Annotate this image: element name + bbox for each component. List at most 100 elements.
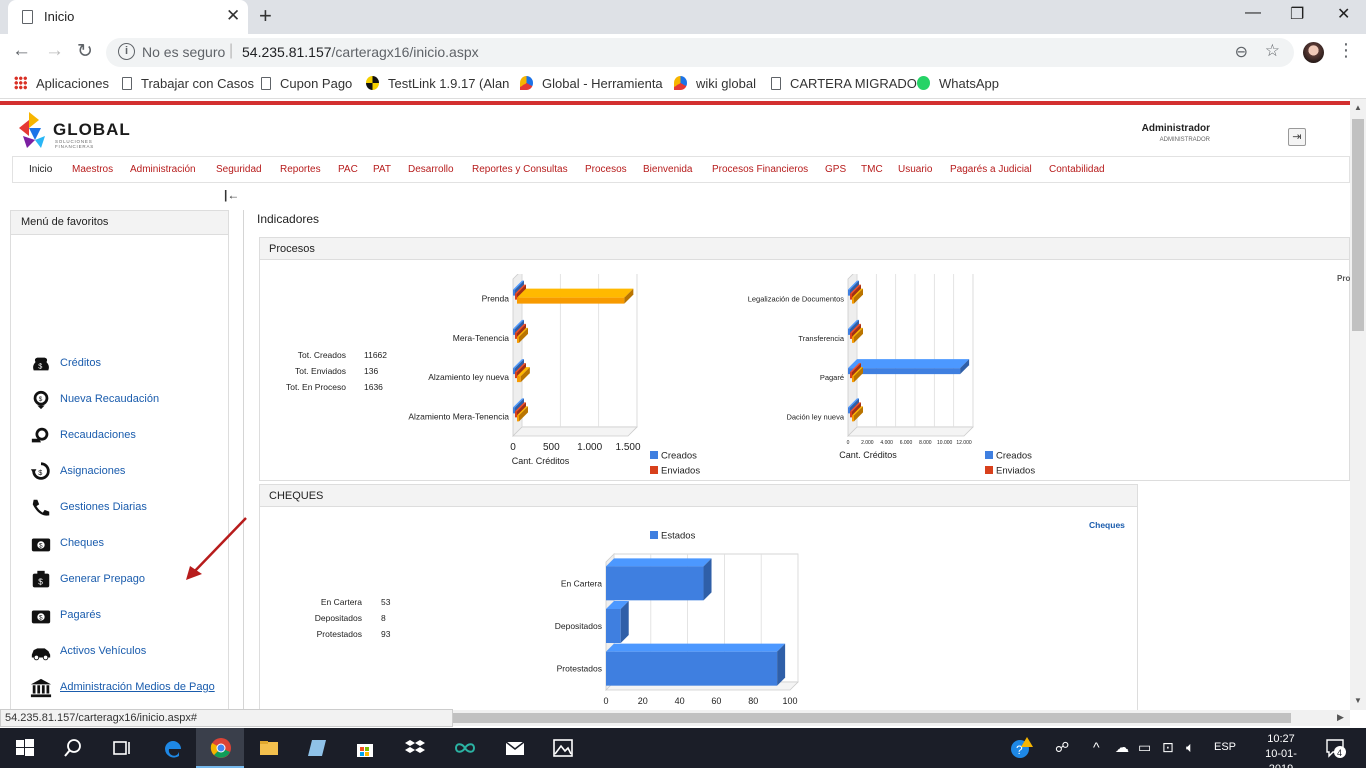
main-menu: Inicio Maestros Administración Seguridad Rep… xyxy=(12,156,1350,183)
menu-item-maestros[interactable]: Maestros xyxy=(72,164,113,175)
back-icon[interactable]: ← xyxy=(12,40,31,62)
cheques-link[interactable]: Cheques xyxy=(1089,520,1125,530)
menu-item-inicio[interactable]: Inicio xyxy=(29,164,52,175)
reload-icon[interactable]: ↻ xyxy=(77,40,93,63)
onedrive-icon[interactable]: ☁ xyxy=(1115,739,1129,756)
menu-item-administración[interactable]: Administración xyxy=(130,164,196,175)
bookmark-label: Trabajar con Casos xyxy=(141,76,254,91)
bookmark-cupon-pago[interactable]: Cupon Pago xyxy=(261,76,352,91)
app-taskbar-button[interactable] xyxy=(292,728,340,768)
favorite-activos-vehículos[interactable]: Activos Vehículos xyxy=(29,639,229,665)
scroll-up-icon[interactable]: ▲ xyxy=(1354,103,1362,112)
menu-item-tmc[interactable]: TMC xyxy=(861,164,883,175)
chart-floor xyxy=(512,426,638,437)
horizontal-scrollbar[interactable]: ▶ xyxy=(451,710,1350,726)
clock[interactable]: 10:27 10-01-2019 xyxy=(1255,732,1307,777)
help-warning-icon[interactable]: ? xyxy=(1010,736,1034,763)
url-text[interactable]: 54.235.81.157/carteragx16/inicio.aspx xyxy=(242,44,479,60)
menu-item-reportes[interactable]: Reportes xyxy=(280,164,321,175)
search-button[interactable] xyxy=(48,728,96,768)
favorite-recaudaciones[interactable]: Recaudaciones xyxy=(29,423,229,449)
favorite-asignaciones[interactable]: $ Asignaciones xyxy=(29,459,229,485)
menu-item-procesos[interactable]: Procesos xyxy=(585,164,627,175)
network-icon[interactable]: ⊡ xyxy=(1162,739,1174,756)
arduino-taskbar-button[interactable] xyxy=(440,728,488,768)
dropbox-taskbar-button[interactable] xyxy=(390,728,438,768)
chart-x-axis-label: Cant. Créditos xyxy=(512,456,570,466)
bookmark-star-icon[interactable]: ☆ xyxy=(1265,41,1280,61)
task-view-button[interactable] xyxy=(96,728,144,768)
bookmark-cartera-migrado[interactable]: CARTERA MIGRADO xyxy=(771,76,917,91)
file-explorer-button[interactable] xyxy=(244,728,292,768)
new-tab-button[interactable]: + xyxy=(259,3,272,29)
menu-item-reportes-y-consultas[interactable]: Reportes y Consultas xyxy=(472,164,568,175)
apps-grid-icon xyxy=(14,76,27,90)
bookmark-wiki-global[interactable]: wiki global xyxy=(674,76,756,91)
favorite-label: Nueva Recaudación xyxy=(60,393,160,405)
menu-item-seguridad[interactable]: Seguridad xyxy=(216,164,262,175)
edge-taskbar-button[interactable] xyxy=(148,728,196,768)
profile-avatar[interactable] xyxy=(1303,42,1324,63)
minimize-icon[interactable]: — xyxy=(1245,4,1261,22)
close-window-icon[interactable]: ✕ xyxy=(1337,4,1350,24)
forward-icon[interactable]: → xyxy=(45,40,64,62)
bookmark-trabajar-casos[interactable]: Trabajar con Casos xyxy=(122,76,254,91)
menu-item-pat[interactable]: PAT xyxy=(373,164,391,175)
volume-icon[interactable]: 🔈︎ xyxy=(1186,739,1194,756)
legend-swatch xyxy=(985,451,993,459)
menu-item-usuario[interactable]: Usuario xyxy=(898,164,932,175)
vertical-scroll-thumb[interactable] xyxy=(1352,119,1364,331)
browser-menu-icon[interactable]: ⋮ xyxy=(1337,40,1355,61)
browser-tab[interactable]: Inicio ✕ xyxy=(8,0,248,34)
procesos-stat-value: 1636 xyxy=(364,382,383,392)
language-indicator[interactable]: ESP xyxy=(1214,741,1236,753)
menu-item-pac[interactable]: PAC xyxy=(338,164,358,175)
menu-item-bienvenida[interactable]: Bienvenida xyxy=(643,164,692,175)
chart-bar xyxy=(513,328,515,335)
logout-icon[interactable]: ⇥ xyxy=(1288,128,1306,146)
user-role: ADMINISTRADOR xyxy=(1159,137,1210,143)
store-taskbar-button[interactable] xyxy=(340,728,388,768)
info-icon[interactable]: i xyxy=(118,43,135,60)
photos-taskbar-button[interactable] xyxy=(538,728,586,768)
bookmark-testlink[interactable]: TestLink 1.9.17 (Alan xyxy=(366,76,509,91)
menu-item-pagarés-a-judicial[interactable]: Pagarés a Judicial xyxy=(950,164,1032,175)
bookmark-global-herramienta[interactable]: Global - Herramienta xyxy=(520,76,663,91)
menu-item-desarrollo[interactable]: Desarrollo xyxy=(408,164,454,175)
menu-item-contabilidad[interactable]: Contabilidad xyxy=(1049,164,1105,175)
bookmark-aplicaciones[interactable]: Aplicaciones xyxy=(14,76,109,91)
chart-tick-label: 0 xyxy=(603,696,608,706)
procesos-stat-label: Tot. En Proceso xyxy=(285,382,346,392)
chrome-taskbar-button[interactable] xyxy=(196,728,244,768)
mail-taskbar-button[interactable] xyxy=(490,728,538,768)
action-center-icon[interactable]: 4 xyxy=(1325,737,1347,762)
chart-bar xyxy=(850,372,852,379)
zoom-icon[interactable]: ⊖ xyxy=(1235,42,1248,62)
scroll-down-icon[interactable]: ▼ xyxy=(1354,696,1362,705)
cheques-panel-title: CHEQUES xyxy=(260,485,1137,507)
horizontal-scroll-thumb[interactable] xyxy=(453,713,1291,723)
scroll-right-icon[interactable]: ▶ xyxy=(1337,712,1344,723)
svg-text:$: $ xyxy=(39,396,43,403)
menu-item-procesos-financieros[interactable]: Procesos Financieros xyxy=(712,164,808,175)
global-logo[interactable]: GLOBAL SOLUCIONES FINANCIERAS xyxy=(15,108,133,154)
favorite-administración-medios-de-pago[interactable]: Administración Medios de Pago xyxy=(29,675,229,701)
close-tab-icon[interactable]: ✕ xyxy=(226,6,240,26)
notes-icon xyxy=(308,740,326,756)
chart-bar xyxy=(852,415,854,422)
vertical-scrollbar[interactable]: ▲ ▼ xyxy=(1350,99,1366,710)
phone-icon xyxy=(32,499,50,516)
people-icon[interactable]: ☍ xyxy=(1055,739,1069,756)
restore-icon[interactable]: ❐ xyxy=(1290,4,1304,24)
favorites-panel: Menú de favoritos $ Créditos $ Nueva Recaud… xyxy=(10,210,229,719)
omnibox[interactable]: i No es seguro | 54.235.81.157/carteragx… xyxy=(106,38,1294,67)
show-hidden-icons[interactable]: ^ xyxy=(1093,739,1100,755)
chart-tick-label: 4.000 xyxy=(880,440,893,446)
collapse-sidebar-icon[interactable]: |← xyxy=(224,188,239,202)
menu-item-gps[interactable]: GPS xyxy=(825,164,846,175)
favorite-label: Cheques xyxy=(60,537,105,549)
chart-category-label: Pagaré xyxy=(820,373,844,382)
bookmark-whatsapp[interactable]: WhatsApp xyxy=(917,76,999,91)
start-button[interactable] xyxy=(0,728,48,768)
battery-icon[interactable]: ▭ xyxy=(1138,739,1151,756)
